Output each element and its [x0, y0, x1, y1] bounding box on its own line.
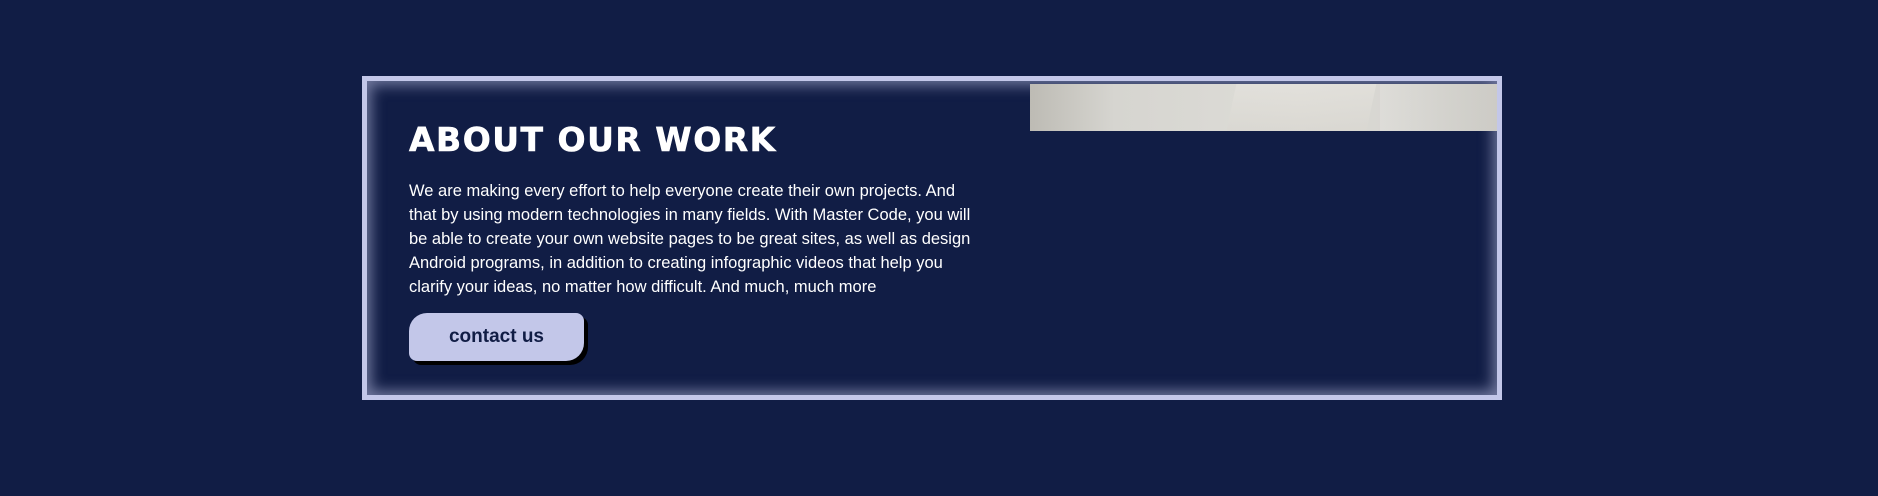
section-title: ABOUT OUR WORK	[409, 120, 777, 159]
about-content: ABOUT OUR WORK We are making every effor…	[409, 123, 979, 299]
about-card: ABOUT OUR WORK We are making every effor…	[362, 76, 1502, 400]
image-shape	[1221, 84, 1379, 131]
contact-us-button[interactable]: contact us	[409, 313, 584, 361]
about-image	[1030, 84, 1497, 131]
image-shape	[1380, 84, 1497, 131]
section-description: We are making every effort to help every…	[409, 182, 971, 296]
